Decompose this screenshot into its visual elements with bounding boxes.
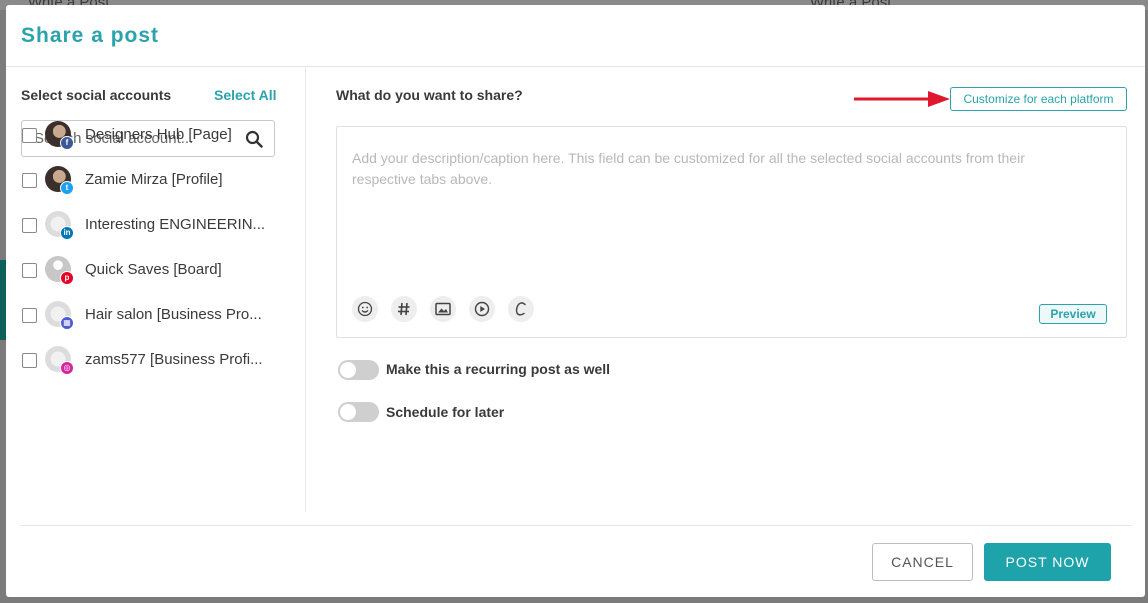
schedule-later-label: Schedule for later (386, 404, 505, 420)
image-icon[interactable] (430, 296, 456, 322)
account-item-google-business[interactable]: ▦ Hair salon [Business Pro... (22, 301, 292, 331)
account-name: Zamie Mirza [Profile] (85, 171, 223, 188)
google-business-icon: ▦ (60, 316, 74, 330)
share-post-modal: Share a post Select social accounts Sele… (6, 5, 1145, 597)
account-name: Quick Saves [Board] (85, 261, 222, 278)
toggle-knob (340, 404, 356, 420)
account-item-linkedin[interactable]: in Interesting ENGINEERIN... (22, 211, 292, 241)
video-icon[interactable] (469, 296, 495, 322)
footer-divider (21, 525, 1131, 526)
account-checkbox[interactable] (22, 308, 37, 323)
accounts-heading: Select social accounts (21, 87, 172, 103)
recurring-post-toggle[interactable] (338, 360, 379, 380)
red-arrow-annotation-icon (854, 91, 950, 107)
account-item-twitter[interactable]: t Zamie Mirza [Profile] (22, 166, 292, 196)
modal-header: Share a post (6, 5, 1145, 67)
caption-editor[interactable]: Add your description/caption here. This … (336, 126, 1127, 338)
account-name: zams577 [Business Profi... (85, 351, 263, 368)
post-now-button[interactable]: POST NOW (984, 543, 1111, 581)
instagram-icon: ◎ (60, 361, 74, 375)
composer-heading: What do you want to share? (336, 87, 523, 103)
account-name: Hair salon [Business Pro... (85, 306, 262, 323)
pinterest-icon: p (60, 271, 74, 285)
account-item-instagram[interactable]: ◎ zams577 [Business Profi... (22, 346, 292, 376)
preview-button[interactable]: Preview (1039, 304, 1107, 324)
facebook-icon: f (60, 136, 74, 150)
customize-each-platform-button[interactable]: Customize for each platform (950, 87, 1127, 111)
toggle-knob (340, 362, 356, 378)
account-checkbox[interactable] (22, 353, 37, 368)
modal-title: Share a post (21, 24, 160, 47)
account-item-pinterest[interactable]: p Quick Saves [Board] (22, 256, 292, 286)
account-checkbox[interactable] (22, 128, 37, 143)
account-name: Interesting ENGINEERIN... (85, 216, 266, 233)
account-checkbox[interactable] (22, 218, 37, 233)
account-checkbox[interactable] (22, 173, 37, 188)
hashtag-icon[interactable] (391, 296, 417, 322)
twitter-icon: t (60, 181, 74, 195)
account-checkbox[interactable] (22, 263, 37, 278)
select-all-link[interactable]: Select All (214, 87, 277, 103)
schedule-later-toggle[interactable] (338, 402, 379, 422)
caption-placeholder[interactable]: Add your description/caption here. This … (352, 148, 1092, 190)
cancel-button[interactable]: CANCEL (872, 543, 973, 581)
linkedin-icon: in (60, 226, 74, 240)
account-name: Designers Hub [Page] (85, 126, 232, 143)
emoji-icon[interactable] (352, 296, 378, 322)
caption-generator-icon[interactable] (508, 296, 534, 322)
accounts-panel: Select social accounts Select All f Desig… (6, 67, 306, 512)
account-item-facebook[interactable]: f Designers Hub [Page] (22, 121, 292, 151)
recurring-post-label: Make this a recurring post as well (386, 361, 611, 377)
